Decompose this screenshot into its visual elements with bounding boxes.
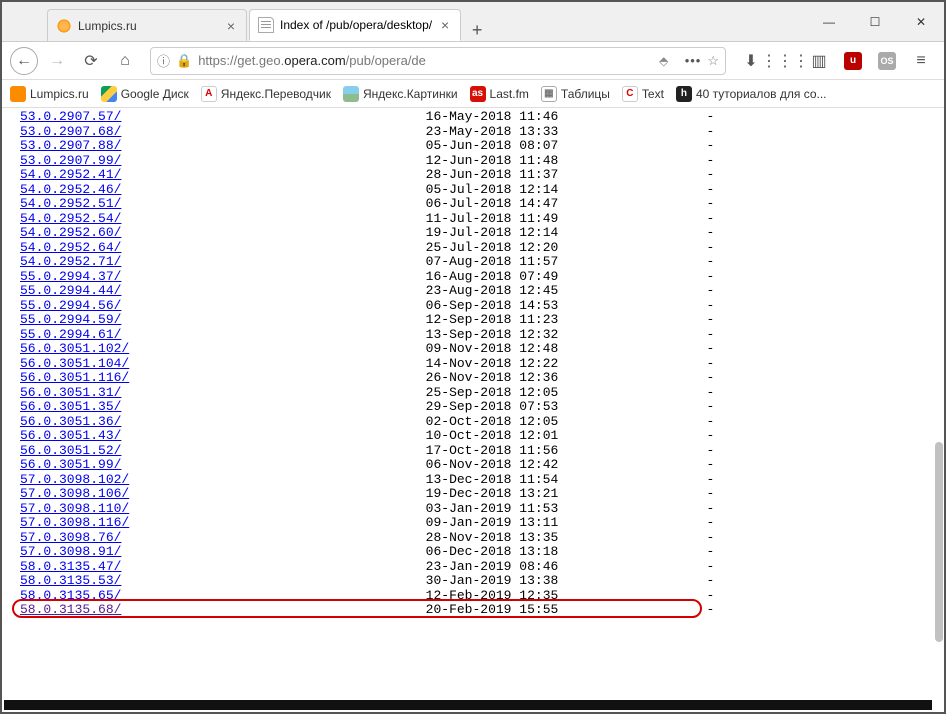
directory-link[interactable]: 56.0.3051.31/ xyxy=(20,385,121,400)
bookmark-item[interactable]: as Last.fm xyxy=(470,86,529,102)
sidebar-button[interactable]: ▥ xyxy=(804,46,834,76)
directory-link[interactable]: 54.0.2952.46/ xyxy=(20,182,121,197)
bookmark-label: Яндекс.Переводчик xyxy=(221,87,331,101)
close-window-button[interactable]: ✕ xyxy=(898,2,944,41)
directory-link[interactable]: 55.0.2994.44/ xyxy=(20,283,121,298)
directory-link[interactable]: 54.0.2952.51/ xyxy=(20,196,121,211)
home-button[interactable]: ⌂ xyxy=(110,46,140,76)
tab-title: Index of /pub/opera/desktop/ xyxy=(280,18,432,32)
bookmark-item[interactable]: Lumpics.ru xyxy=(10,86,89,102)
directory-link[interactable]: 56.0.3051.36/ xyxy=(20,414,121,429)
directory-link[interactable]: 58.0.3135.65/ xyxy=(20,588,121,603)
back-button[interactable]: ← xyxy=(10,47,38,75)
tab-close-icon[interactable]: × xyxy=(224,19,238,33)
directory-link[interactable]: 55.0.2994.61/ xyxy=(20,327,121,342)
directory-link[interactable]: 58.0.3135.47/ xyxy=(20,559,121,574)
tab-active[interactable]: Index of /pub/opera/desktop/ × xyxy=(249,9,461,41)
minimize-button[interactable]: — xyxy=(806,2,852,41)
directory-link[interactable]: 57.0.3098.91/ xyxy=(20,544,121,559)
bookmark-favicon-icon xyxy=(343,86,359,102)
window-controls: — ☐ ✕ xyxy=(806,2,944,41)
tab-background[interactable]: Lumpics.ru × xyxy=(47,9,247,41)
directory-link[interactable]: 57.0.3098.116/ xyxy=(20,515,129,530)
tab-close-icon[interactable]: × xyxy=(438,18,452,32)
toolbar: ← → ⟳ ⌂ ⓘ 🔒 https://get.geo.opera.com/pu… xyxy=(2,42,944,80)
titlebar: Lumpics.ru × Index of /pub/opera/desktop… xyxy=(2,2,944,42)
bookmark-item[interactable]: h 40 туториалов для со... xyxy=(676,86,827,102)
directory-link[interactable]: 57.0.3098.102/ xyxy=(20,472,129,487)
directory-link[interactable]: 58.0.3135.68/ xyxy=(20,602,121,617)
bookmark-favicon-icon: h xyxy=(676,86,692,102)
bookmark-label: Google Диск xyxy=(121,87,189,101)
bookmark-item[interactable]: Google Диск xyxy=(101,86,189,102)
url-bar[interactable]: ⓘ 🔒 https://get.geo.opera.com/pub/opera/… xyxy=(150,47,726,75)
directory-link[interactable]: 53.0.2907.68/ xyxy=(20,124,121,139)
directory-link[interactable]: 53.0.2907.57/ xyxy=(20,110,121,124)
bookmark-label: 40 туториалов для со... xyxy=(696,87,827,101)
directory-link[interactable]: 54.0.2952.60/ xyxy=(20,225,121,240)
directory-link[interactable]: 54.0.2952.54/ xyxy=(20,211,121,226)
library-button[interactable]: ⋮⋮⋮ xyxy=(770,46,800,76)
menu-button[interactable]: ≡ xyxy=(906,46,936,76)
horizontal-scrollbar[interactable] xyxy=(4,700,932,710)
new-tab-button[interactable]: + xyxy=(463,20,491,41)
directory-link[interactable]: 54.0.2952.64/ xyxy=(20,240,121,255)
reader-icon[interactable]: ⬘ xyxy=(649,54,679,68)
url-text: https://get.geo.opera.com/pub/opera/de xyxy=(198,53,642,68)
directory-link[interactable]: 54.0.2952.41/ xyxy=(20,167,121,182)
bookmark-item[interactable]: Яндекс.Картинки xyxy=(343,86,458,102)
directory-link[interactable]: 56.0.3051.102/ xyxy=(20,341,129,356)
info-icon[interactable]: ⓘ xyxy=(157,51,170,70)
directory-listing: 53.0.2907.57/ 16-May-2018 11:46 - 53.0.2… xyxy=(4,110,932,618)
directory-link[interactable]: 55.0.2994.59/ xyxy=(20,312,121,327)
directory-link[interactable]: 56.0.3051.116/ xyxy=(20,370,129,385)
directory-link[interactable]: 56.0.3051.52/ xyxy=(20,443,121,458)
bookmark-favicon-icon: C xyxy=(622,86,638,102)
tab-title: Lumpics.ru xyxy=(78,19,218,33)
lock-icon: 🔒 xyxy=(176,53,192,69)
bookmark-label: Яндекс.Картинки xyxy=(363,87,458,101)
forward-button[interactable]: → xyxy=(42,46,72,76)
maximize-button[interactable]: ☐ xyxy=(852,2,898,41)
directory-link[interactable]: 54.0.2952.71/ xyxy=(20,254,121,269)
directory-link[interactable]: 57.0.3098.76/ xyxy=(20,530,121,545)
bookmark-favicon-icon: ▦ xyxy=(541,86,557,102)
scrollbar-thumb[interactable] xyxy=(935,442,943,642)
directory-link[interactable]: 56.0.3051.99/ xyxy=(20,457,121,472)
bookmark-item[interactable]: A Яндекс.Переводчик xyxy=(201,86,331,102)
bookmark-label: Last.fm xyxy=(490,87,529,101)
page-favicon-icon xyxy=(258,17,274,33)
bookmark-star-icon[interactable]: ☆ xyxy=(707,53,719,69)
tabs-area: Lumpics.ru × Index of /pub/opera/desktop… xyxy=(2,2,806,41)
content-area: 53.0.2907.57/ 16-May-2018 11:46 - 53.0.2… xyxy=(4,110,932,700)
os-extension-icon[interactable]: OS xyxy=(872,46,902,76)
bookmark-favicon-icon: as xyxy=(470,86,486,102)
reload-button[interactable]: ⟳ xyxy=(76,46,106,76)
directory-link[interactable]: 53.0.2907.99/ xyxy=(20,153,121,168)
page-actions-icon[interactable]: ••• xyxy=(685,53,702,68)
directory-link[interactable]: 56.0.3051.104/ xyxy=(20,356,129,371)
directory-link[interactable]: 56.0.3051.35/ xyxy=(20,399,121,414)
directory-link[interactable]: 55.0.2994.56/ xyxy=(20,298,121,313)
bookmark-favicon-icon xyxy=(101,86,117,102)
directory-link[interactable]: 58.0.3135.53/ xyxy=(20,573,121,588)
lumpics-favicon-icon xyxy=(56,18,72,34)
bookmark-item[interactable]: C Text xyxy=(622,86,664,102)
directory-link[interactable]: 57.0.3098.110/ xyxy=(20,501,129,516)
directory-link[interactable]: 55.0.2994.37/ xyxy=(20,269,121,284)
bookmark-favicon-icon: A xyxy=(201,86,217,102)
directory-link[interactable]: 56.0.3051.43/ xyxy=(20,428,121,443)
ublock-icon[interactable]: u xyxy=(838,46,868,76)
bookmark-label: Lumpics.ru xyxy=(30,87,89,101)
bookmark-label: Text xyxy=(642,87,664,101)
bookmark-favicon-icon xyxy=(10,86,26,102)
bookmark-item[interactable]: ▦ Таблицы xyxy=(541,86,610,102)
bookmarks-bar: Lumpics.ru Google Диск A Яндекс.Переводчик Я… xyxy=(2,80,944,108)
bookmark-label: Таблицы xyxy=(561,87,610,101)
directory-link[interactable]: 57.0.3098.106/ xyxy=(20,486,129,501)
directory-link[interactable]: 53.0.2907.88/ xyxy=(20,138,121,153)
